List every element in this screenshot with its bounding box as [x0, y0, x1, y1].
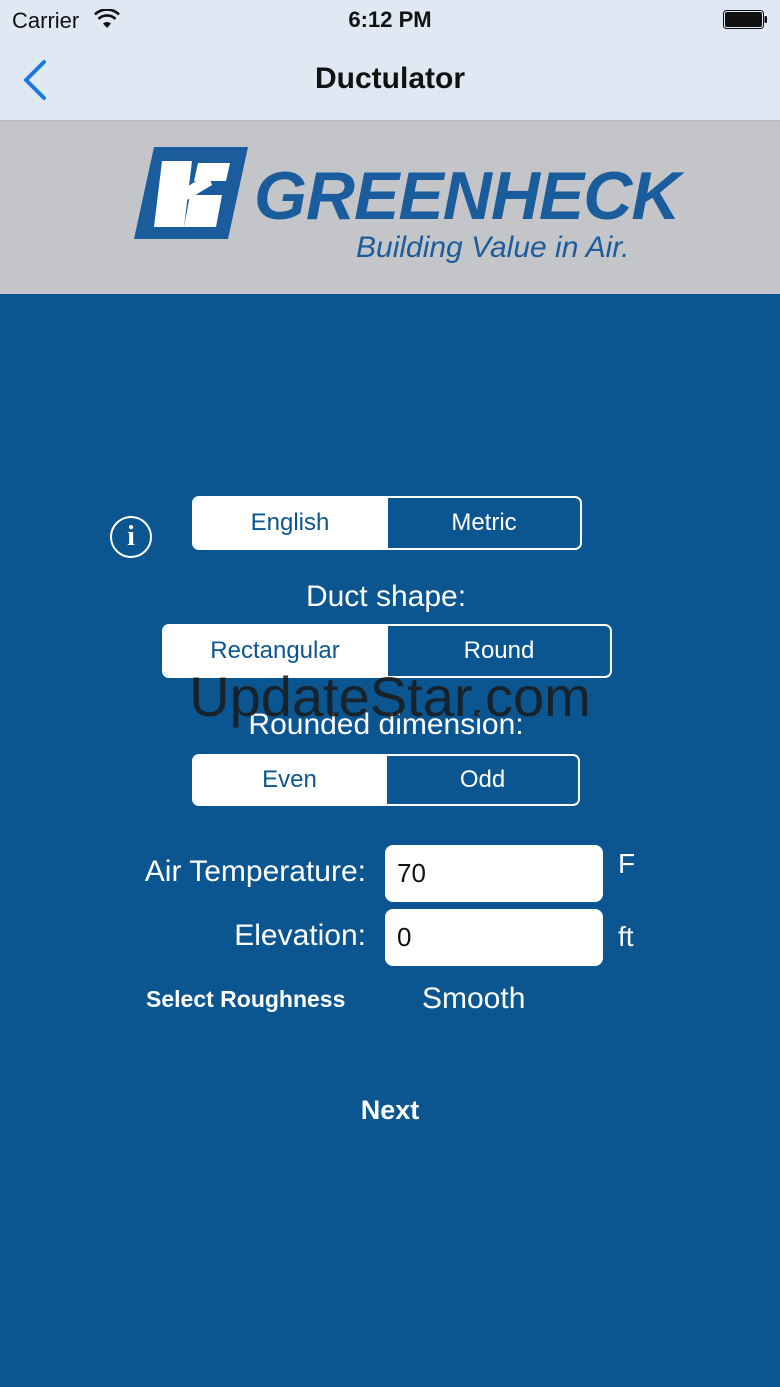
- clock: 6:12 PM: [348, 7, 432, 32]
- elevation-unit: ft: [618, 921, 634, 952]
- select-roughness-button[interactable]: Select Roughness: [146, 986, 345, 1013]
- brand-banner: GREENHECK Building Value in Air.: [0, 121, 780, 294]
- brand-tagline: Building Value in Air.: [356, 231, 630, 264]
- rounded-dimension-segmented-control: Even Odd: [192, 754, 580, 806]
- segment-even[interactable]: Even: [194, 756, 385, 804]
- air-temperature-label: Air Temperature:: [144, 855, 366, 888]
- info-icon: i: [127, 521, 135, 552]
- elevation-input[interactable]: [385, 909, 603, 966]
- page-title: Ductulator: [315, 62, 465, 95]
- navigation-bar: Carrier 6:12 PM Ductulator: [0, 0, 780, 121]
- segment-metric[interactable]: Metric: [386, 498, 580, 548]
- duct-shape-label: Duct shape:: [305, 580, 467, 613]
- watermark: UpdateStar.com: [189, 665, 591, 728]
- brand-name: GREENHECK: [254, 158, 680, 234]
- segment-odd[interactable]: Odd: [385, 756, 578, 804]
- elevation-label: Elevation:: [234, 919, 366, 952]
- roughness-value: Smooth: [422, 982, 526, 1015]
- next-button[interactable]: Next: [0, 1095, 780, 1126]
- air-temperature-unit: F: [618, 848, 636, 879]
- segment-english[interactable]: English: [194, 498, 386, 548]
- greenheck-logo-icon: [134, 147, 248, 239]
- units-segmented-control: English Metric: [192, 496, 582, 550]
- battery-icon: [723, 10, 767, 29]
- air-temperature-input[interactable]: [385, 845, 603, 902]
- info-button[interactable]: i: [110, 516, 152, 558]
